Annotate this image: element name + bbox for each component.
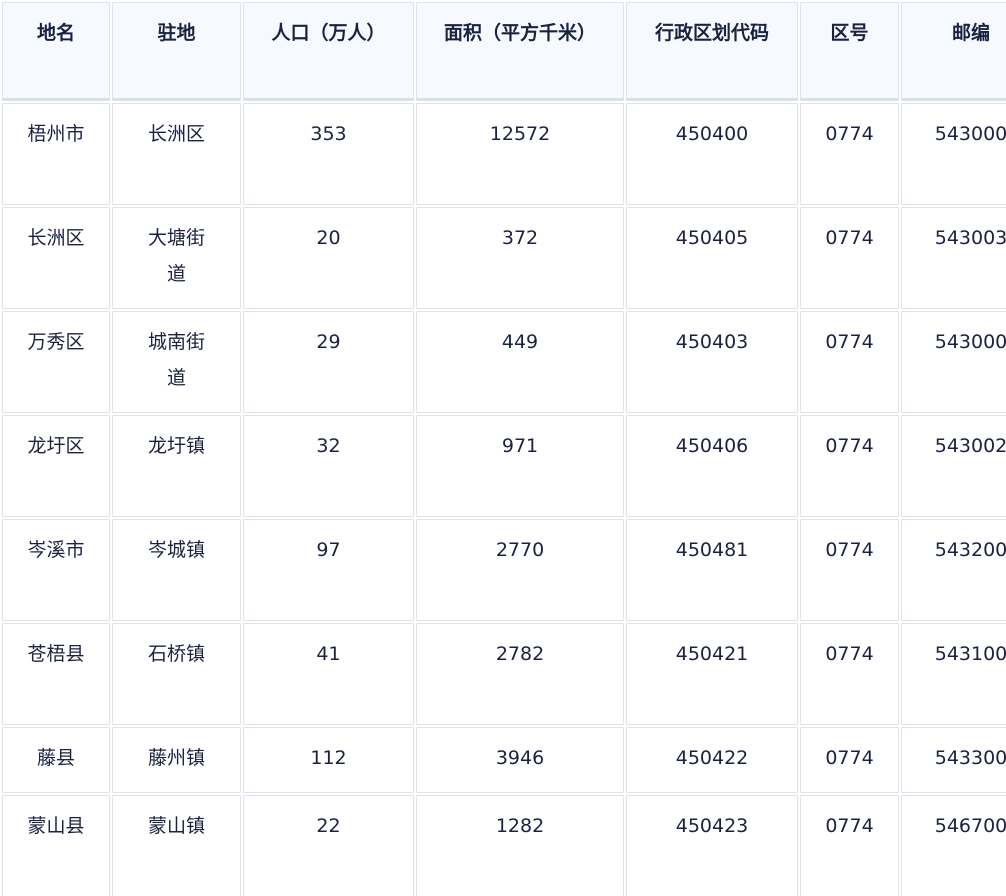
cell-postcode: 543300 — [901, 727, 1006, 793]
table-row: 万秀区 城南街道 29 449 450403 0774 543000 — [2, 311, 1006, 413]
cell-area-code: 0774 — [800, 795, 899, 896]
table-header: 地名 驻地 人口（万人） 面积（平方千米） 行政区划代码 区号 邮编 — [2, 2, 1006, 101]
cell-area: 2770 — [416, 519, 624, 621]
cell-place-name: 梧州市 — [2, 103, 110, 205]
cell-postcode: 543002 — [901, 415, 1006, 517]
header-row: 地名 驻地 人口（万人） 面积（平方千米） 行政区划代码 区号 邮编 — [2, 2, 1006, 101]
cell-place-name: 岑溪市 — [2, 519, 110, 621]
cell-area: 1282 — [416, 795, 624, 896]
cell-area: 971 — [416, 415, 624, 517]
cell-seat: 长洲区 — [112, 103, 241, 205]
cell-place-name: 万秀区 — [2, 311, 110, 413]
table-body: 梧州市 长洲区 353 12572 450400 0774 543000 长洲区… — [2, 103, 1006, 896]
cell-seat: 藤州镇 — [112, 727, 241, 793]
cell-population: 22 — [243, 795, 414, 896]
cell-seat: 石桥镇 — [112, 623, 241, 725]
header-area: 面积（平方千米） — [416, 2, 624, 101]
cell-division-code: 450423 — [626, 795, 798, 896]
table-row: 苍梧县 石桥镇 41 2782 450421 0774 543100 — [2, 623, 1006, 725]
cell-area-code: 0774 — [800, 207, 899, 309]
cell-area-code: 0774 — [800, 519, 899, 621]
admin-divisions-table: 地名 驻地 人口（万人） 面积（平方千米） 行政区划代码 区号 邮编 梧州市 长… — [0, 0, 1006, 896]
cell-place-name: 蒙山县 — [2, 795, 110, 896]
cell-area-code: 0774 — [800, 727, 899, 793]
cell-seat: 岑城镇 — [112, 519, 241, 621]
header-population: 人口（万人） — [243, 2, 414, 101]
cell-division-code: 450406 — [626, 415, 798, 517]
cell-area-code: 0774 — [800, 311, 899, 413]
cell-postcode: 546700 — [901, 795, 1006, 896]
cell-population: 97 — [243, 519, 414, 621]
header-division-code: 行政区划代码 — [626, 2, 798, 101]
cell-seat: 大塘街道 — [112, 207, 241, 309]
cell-postcode: 543200 — [901, 519, 1006, 621]
table-row: 蒙山县 蒙山镇 22 1282 450423 0774 546700 — [2, 795, 1006, 896]
cell-division-code: 450405 — [626, 207, 798, 309]
cell-population: 32 — [243, 415, 414, 517]
cell-area: 12572 — [416, 103, 624, 205]
cell-area-code: 0774 — [800, 623, 899, 725]
table-row: 长洲区 大塘街道 20 372 450405 0774 543003 — [2, 207, 1006, 309]
cell-seat: 龙圩镇 — [112, 415, 241, 517]
header-place-name: 地名 — [2, 2, 110, 101]
cell-place-name: 长洲区 — [2, 207, 110, 309]
table-row: 藤县 藤州镇 112 3946 450422 0774 543300 — [2, 727, 1006, 793]
admin-divisions-table-wrapper: 地名 驻地 人口（万人） 面积（平方千米） 行政区划代码 区号 邮编 梧州市 长… — [0, 0, 1006, 896]
cell-division-code: 450403 — [626, 311, 798, 413]
cell-area: 449 — [416, 311, 624, 413]
cell-division-code: 450400 — [626, 103, 798, 205]
cell-area-code: 0774 — [800, 415, 899, 517]
cell-seat: 城南街道 — [112, 311, 241, 413]
cell-place-name: 苍梧县 — [2, 623, 110, 725]
header-seat: 驻地 — [112, 2, 241, 101]
header-area-code: 区号 — [800, 2, 899, 101]
header-postcode: 邮编 — [901, 2, 1006, 101]
cell-area: 2782 — [416, 623, 624, 725]
cell-population: 353 — [243, 103, 414, 205]
cell-population: 29 — [243, 311, 414, 413]
cell-seat: 蒙山镇 — [112, 795, 241, 896]
cell-area: 372 — [416, 207, 624, 309]
cell-place-name: 藤县 — [2, 727, 110, 793]
cell-division-code: 450421 — [626, 623, 798, 725]
cell-area-code: 0774 — [800, 103, 899, 205]
cell-place-name: 龙圩区 — [2, 415, 110, 517]
table-row: 梧州市 长洲区 353 12572 450400 0774 543000 — [2, 103, 1006, 205]
cell-postcode: 543100 — [901, 623, 1006, 725]
cell-postcode: 543000 — [901, 103, 1006, 205]
cell-postcode: 543003 — [901, 207, 1006, 309]
cell-population: 20 — [243, 207, 414, 309]
cell-population: 112 — [243, 727, 414, 793]
table-row: 龙圩区 龙圩镇 32 971 450406 0774 543002 — [2, 415, 1006, 517]
cell-postcode: 543000 — [901, 311, 1006, 413]
table-row: 岑溪市 岑城镇 97 2770 450481 0774 543200 — [2, 519, 1006, 621]
cell-area: 3946 — [416, 727, 624, 793]
cell-division-code: 450481 — [626, 519, 798, 621]
cell-division-code: 450422 — [626, 727, 798, 793]
cell-population: 41 — [243, 623, 414, 725]
